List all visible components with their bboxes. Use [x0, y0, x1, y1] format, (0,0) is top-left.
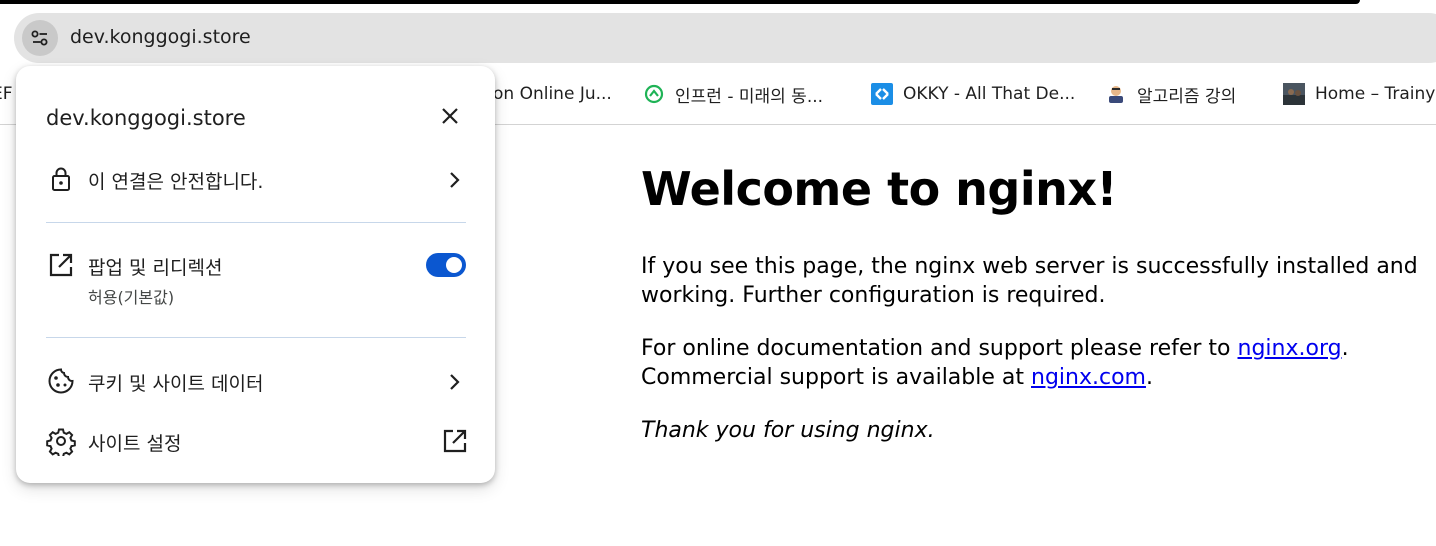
- thanks-paragraph: Thank you for using nginx.: [641, 418, 935, 443]
- bookmark-label: 인프런 - 미래의 동...: [675, 86, 824, 107]
- address-bar[interactable]: dev.konggogi.store: [14, 13, 1436, 63]
- open-in-new-icon: [443, 429, 467, 453]
- site-info-popup: dev.konggogi.store 이 연결은 안전합니다. 팝업 및 리디렉…: [16, 66, 495, 483]
- close-icon[interactable]: [438, 104, 462, 128]
- popups-label: 팝업 및 리디렉션: [88, 257, 223, 279]
- gear-icon: [46, 428, 76, 456]
- bookmark-item[interactable]: 알고리즘 강의: [1105, 82, 1237, 107]
- bookmark-label: 알고리즘 강의: [1137, 86, 1237, 107]
- algorithm-favicon: [1109, 86, 1123, 103]
- lock-icon: [52, 167, 70, 191]
- trainye-favicon: [1283, 83, 1305, 105]
- toggle-knob: [446, 257, 462, 273]
- commercial-period: .: [1145, 365, 1153, 390]
- site-info-button[interactable]: [22, 20, 58, 56]
- tune-icon: [31, 30, 48, 46]
- bookmark-label: OKKY - All That De...: [903, 84, 1076, 104]
- nginx-com-link[interactable]: nginx.com: [1031, 365, 1146, 390]
- connection-label: 이 연결은 안전합니다.: [88, 171, 264, 193]
- cookies-row[interactable]: 쿠키 및 사이트 데이터: [46, 366, 466, 398]
- bookmark-label: EF: [0, 84, 13, 104]
- bookmark-item[interactable]: EF: [0, 82, 13, 106]
- popup-title: dev.konggogi.store: [46, 106, 246, 130]
- intro-paragraph: If you see this page, the nginx web serv…: [641, 254, 1418, 308]
- inflearn-favicon: [644, 84, 664, 104]
- cookies-label: 쿠키 및 사이트 데이터: [88, 373, 264, 395]
- docs-paragraph: For online documentation and support ple…: [641, 334, 1431, 392]
- bookmark-item[interactable]: 인프런 - 미래의 동...: [643, 82, 824, 107]
- page-heading: Welcome to nginx!: [641, 162, 1118, 216]
- docs-text: For online documentation and support ple…: [641, 336, 1238, 361]
- divider: [46, 222, 466, 223]
- bookmark-item[interactable]: Home – Trainye: [1283, 82, 1436, 106]
- chevron-right-icon: [450, 374, 460, 390]
- commercial-text: Commercial support is available at: [641, 365, 1031, 390]
- page-content: Welcome to nginx! If you see this page, …: [641, 124, 1431, 445]
- docs-period: .: [1341, 336, 1349, 361]
- bookmark-item[interactable]: on Online Ju...: [493, 82, 612, 106]
- okky-favicon: [871, 83, 893, 105]
- popups-toggle[interactable]: [426, 253, 466, 277]
- bookmark-label: Home – Trainye: [1315, 84, 1436, 104]
- popups-status: 허용(기본값): [88, 288, 175, 307]
- connection-secure-row[interactable]: 이 연결은 안전합니다.: [46, 164, 466, 196]
- bookmark-label: on Online Ju...: [493, 84, 612, 104]
- cookie-icon: [48, 368, 74, 394]
- divider: [46, 337, 466, 338]
- site-settings-row[interactable]: 사이트 설정: [46, 426, 467, 458]
- open-in-new-icon: [49, 253, 73, 277]
- popups-redirects-row: 팝업 및 리디렉션 허용(기본값): [46, 250, 466, 310]
- bookmark-item[interactable]: OKKY - All That De...: [871, 82, 1075, 106]
- browser-toolbar: dev.konggogi.store: [0, 4, 1436, 66]
- nginx-org-link[interactable]: nginx.org: [1238, 336, 1342, 361]
- chevron-right-icon: [450, 172, 460, 188]
- url-text[interactable]: dev.konggogi.store: [70, 26, 251, 48]
- site-settings-label: 사이트 설정: [88, 433, 182, 455]
